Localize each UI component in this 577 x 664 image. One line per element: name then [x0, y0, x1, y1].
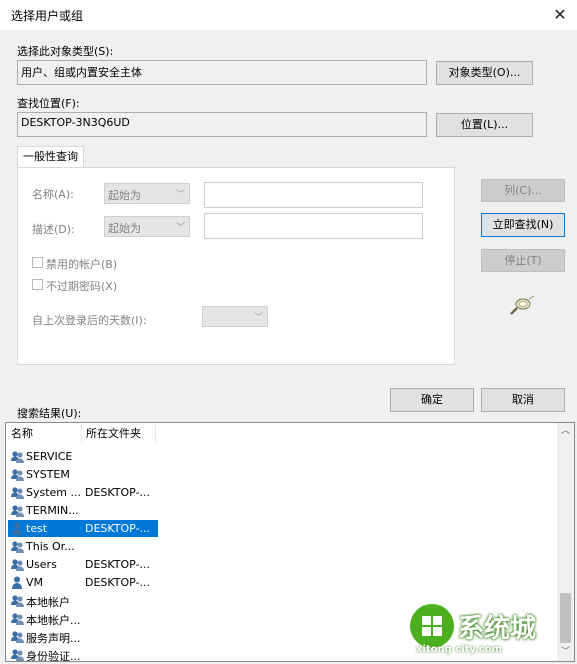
location-field: DESKTOP-3N3Q6UD: [17, 112, 427, 137]
list-item[interactable]: 本地帐户: [8, 592, 158, 609]
item-name: 服务声明...: [26, 632, 81, 645]
column-header-name[interactable]: 名称: [11, 425, 33, 443]
chevron-down-icon: ﹀: [253, 313, 263, 323]
list-item[interactable]: 本地帐户...: [8, 610, 158, 627]
list-item[interactable]: 身份验证...: [8, 646, 158, 662]
group-icon: [10, 503, 25, 518]
group-icon: [10, 611, 25, 626]
watermark-url: xitong city.com: [416, 644, 503, 655]
name-starts-with-select[interactable]: 起始为 ﹀: [104, 183, 190, 204]
item-name: test: [26, 522, 48, 535]
search-icon: [509, 295, 535, 317]
object-type-label: 选择此对象类型(S):: [17, 45, 114, 58]
group-icon: [10, 593, 25, 608]
list-item[interactable]: This Or...: [8, 538, 158, 555]
list-item[interactable]: test DESKTOP-...: [8, 520, 158, 537]
list-item[interactable]: TERMIN...: [8, 502, 158, 519]
description-input[interactable]: [204, 213, 423, 239]
list-item[interactable]: VM DESKTOP-...: [8, 574, 158, 591]
cancel-button[interactable]: 取消: [481, 388, 565, 412]
item-name: 本地帐户...: [26, 614, 81, 627]
item-name: This Or...: [26, 540, 75, 553]
close-icon[interactable]: ✕: [548, 3, 572, 27]
stop-button[interactable]: 停止(T): [481, 249, 565, 272]
name-input[interactable]: [204, 182, 423, 208]
item-name: SERVICE: [26, 450, 73, 463]
ok-button[interactable]: 确定: [390, 388, 474, 412]
description-starts-with-select[interactable]: 起始为 ﹀: [104, 216, 190, 237]
columns-button[interactable]: 列(C)...: [481, 179, 565, 202]
user-icon: [10, 575, 25, 590]
item-name: SYSTEM: [26, 468, 70, 481]
group-icon: [10, 467, 25, 482]
window-title: 选择用户或组: [11, 9, 84, 23]
object-types-button[interactable]: 对象类型(O)...: [436, 61, 533, 85]
item-name: Users: [26, 558, 57, 571]
days-since-logon-select[interactable]: ﹀: [202, 306, 268, 327]
item-name: System ...: [26, 486, 81, 499]
item-name: VM: [26, 576, 44, 589]
item-name: 身份验证...: [26, 650, 81, 662]
non-expiring-password-checkbox[interactable]: [32, 279, 43, 290]
item-folder: DESKTOP-...: [85, 558, 150, 571]
list-item[interactable]: SYSTEM: [8, 466, 158, 483]
item-folder: DESKTOP-...: [85, 576, 150, 589]
watermark-brand: 系统城: [458, 614, 537, 644]
disabled-accounts-label: 禁用的帐户(B): [46, 258, 118, 271]
description-label: 描述(D):: [32, 223, 75, 236]
non-expiring-password-label: 不过期密码(X): [46, 280, 118, 293]
chevron-down-icon: ﹀: [175, 190, 185, 200]
column-divider[interactable]: [81, 425, 82, 443]
scroll-up-icon[interactable]: ︿: [557, 423, 574, 440]
list-item[interactable]: System ... DESKTOP-...: [8, 484, 158, 501]
list-item[interactable]: Users DESKTOP-...: [8, 556, 158, 573]
days-since-logon-label: 自上次登录后的天数(I):: [32, 314, 147, 327]
group-icon: [10, 485, 25, 500]
disabled-accounts-checkbox[interactable]: [32, 257, 43, 268]
item-folder: DESKTOP-...: [85, 522, 150, 535]
item-name: 本地帐户: [26, 596, 70, 609]
find-now-button[interactable]: 立即查找(N): [481, 213, 565, 237]
description-combo-value: 起始为: [108, 222, 141, 235]
list-item[interactable]: 服务声明...: [8, 628, 158, 645]
tab-common-queries[interactable]: 一般性查询: [17, 146, 84, 168]
group-icon: [10, 557, 25, 572]
object-type-field: 用户、组或内置安全主体: [17, 60, 427, 85]
group-icon: [10, 647, 25, 661]
name-label: 名称(A):: [32, 188, 74, 201]
group-icon: [10, 629, 25, 644]
group-icon: [10, 539, 25, 554]
user-icon: [10, 521, 25, 536]
column-header-folder[interactable]: 所在文件夹: [86, 425, 141, 443]
name-combo-value: 起始为: [108, 189, 141, 202]
column-divider[interactable]: [155, 425, 156, 443]
locations-button[interactable]: 位置(L)...: [436, 113, 533, 137]
list-item[interactable]: SERVICE: [8, 448, 158, 465]
item-folder: DESKTOP-...: [85, 486, 150, 499]
watermark-logo: 系统城 xitong city.com: [408, 598, 568, 660]
chevron-down-icon: ﹀: [175, 223, 185, 233]
group-icon: [10, 449, 25, 464]
item-name: TERMIN...: [26, 504, 79, 517]
location-label: 查找位置(F):: [17, 97, 80, 110]
search-results-label: 搜索结果(U):: [17, 407, 82, 420]
title-bar: 选择用户或组 ✕: [0, 0, 577, 30]
